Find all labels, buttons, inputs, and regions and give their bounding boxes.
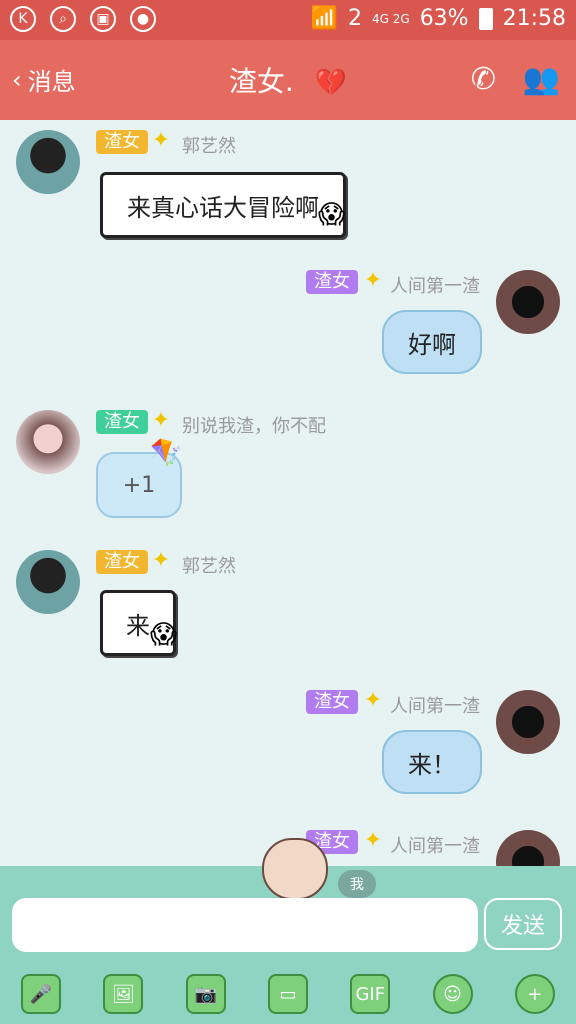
member-name: 郭艺然: [182, 556, 236, 577]
battery-icon: [478, 7, 493, 30]
toolbar: 🎤 🖼 📷 ▭ GIF ☺ +: [0, 964, 576, 1024]
avatar[interactable]: [16, 550, 80, 614]
member-name: 郭艺然: [182, 136, 236, 157]
member-name: 别说我渣，你不配: [182, 416, 326, 437]
avatar[interactable]: [16, 410, 80, 474]
sim-indicator: 2: [348, 6, 362, 31]
battery-text: 63%: [419, 6, 469, 31]
avatar[interactable]: [496, 830, 560, 866]
people-icon[interactable]: 👥: [523, 62, 560, 97]
status-right: 📶 2 4G 2G 63% 21:58: [311, 6, 566, 31]
member-name: 人间第一渣: [390, 696, 480, 717]
message-bubble[interactable]: 好啊: [382, 310, 482, 374]
message-text: 好啊: [408, 330, 456, 359]
camera-icon[interactable]: 📷: [185, 974, 226, 1014]
star-icon: ✦: [151, 128, 171, 153]
member-tag: 渣女: [306, 270, 358, 294]
member-name: 人间第一渣: [390, 836, 480, 857]
kite-icon: 🪁: [150, 438, 183, 468]
title-bar: ‹ 消息 渣女. 💔 ✆ 👥: [0, 40, 576, 120]
star-icon: ✦: [151, 548, 171, 573]
search-icon: ⌕: [50, 6, 76, 32]
broken-heart-icon: 💔: [314, 68, 348, 98]
member-tag: 渣女: [306, 690, 358, 714]
message-text: 来真心话大冒险啊: [127, 193, 319, 222]
k-icon: K: [10, 6, 36, 32]
me-badge: 我: [338, 870, 376, 898]
status-left: K ⌕ ▣ ●: [10, 6, 156, 32]
message-text: +1: [122, 472, 156, 498]
wechat-icon: ●: [130, 6, 156, 32]
plus-icon[interactable]: +: [514, 974, 555, 1014]
troll-face-icon: 😱: [318, 200, 346, 230]
member-tag: 渣女: [96, 550, 148, 574]
avatar[interactable]: [16, 130, 80, 194]
send-button[interactable]: 发送: [484, 898, 562, 950]
gif-label: GIF: [355, 983, 386, 1005]
member-name: 人间第一渣: [390, 276, 480, 297]
girl-sticker-icon: [262, 838, 328, 900]
message-bubble[interactable]: 来！: [382, 730, 482, 794]
member-tag: 渣女: [96, 410, 148, 434]
image-icon[interactable]: 🖼: [103, 974, 144, 1014]
message-text: 来！: [408, 750, 456, 779]
chat-title-text: 渣女.: [228, 65, 294, 98]
star-icon: ✦: [151, 408, 171, 433]
message-input[interactable]: [12, 898, 478, 952]
phone-icon[interactable]: ✆: [471, 62, 496, 97]
status-bar: K ⌕ ▣ ● 📶 2 4G 2G 63% 21:58: [0, 0, 576, 40]
image-icon: ▣: [90, 6, 116, 32]
avatar[interactable]: [496, 270, 560, 334]
message-text: 来: [126, 611, 150, 640]
gif-button[interactable]: GIF: [350, 974, 391, 1014]
microphone-icon[interactable]: 🎤: [21, 974, 62, 1014]
star-icon: ✦: [363, 268, 383, 293]
redpacket-icon[interactable]: ▭: [267, 974, 308, 1014]
avatar[interactable]: [496, 690, 560, 754]
troll-face-icon: 😱: [150, 620, 178, 650]
message-bubble[interactable]: 来真心话大冒险啊: [100, 172, 346, 238]
time-text: 21:58: [502, 6, 566, 31]
member-tag: 渣女: [96, 130, 148, 154]
me-label: 我: [350, 877, 364, 893]
star-icon: ✦: [363, 688, 383, 713]
star-icon: ✦: [363, 828, 383, 853]
chat-area[interactable]: 渣女 ✦ 郭艺然 来真心话大冒险啊 😱 渣女 ✦ 人间第一渣 好啊 渣女 ✦ 别…: [0, 120, 576, 866]
network-label: 4G 2G: [372, 11, 410, 26]
emoji-icon[interactable]: ☺: [432, 974, 473, 1014]
wifi-icon: 📶: [310, 6, 338, 31]
